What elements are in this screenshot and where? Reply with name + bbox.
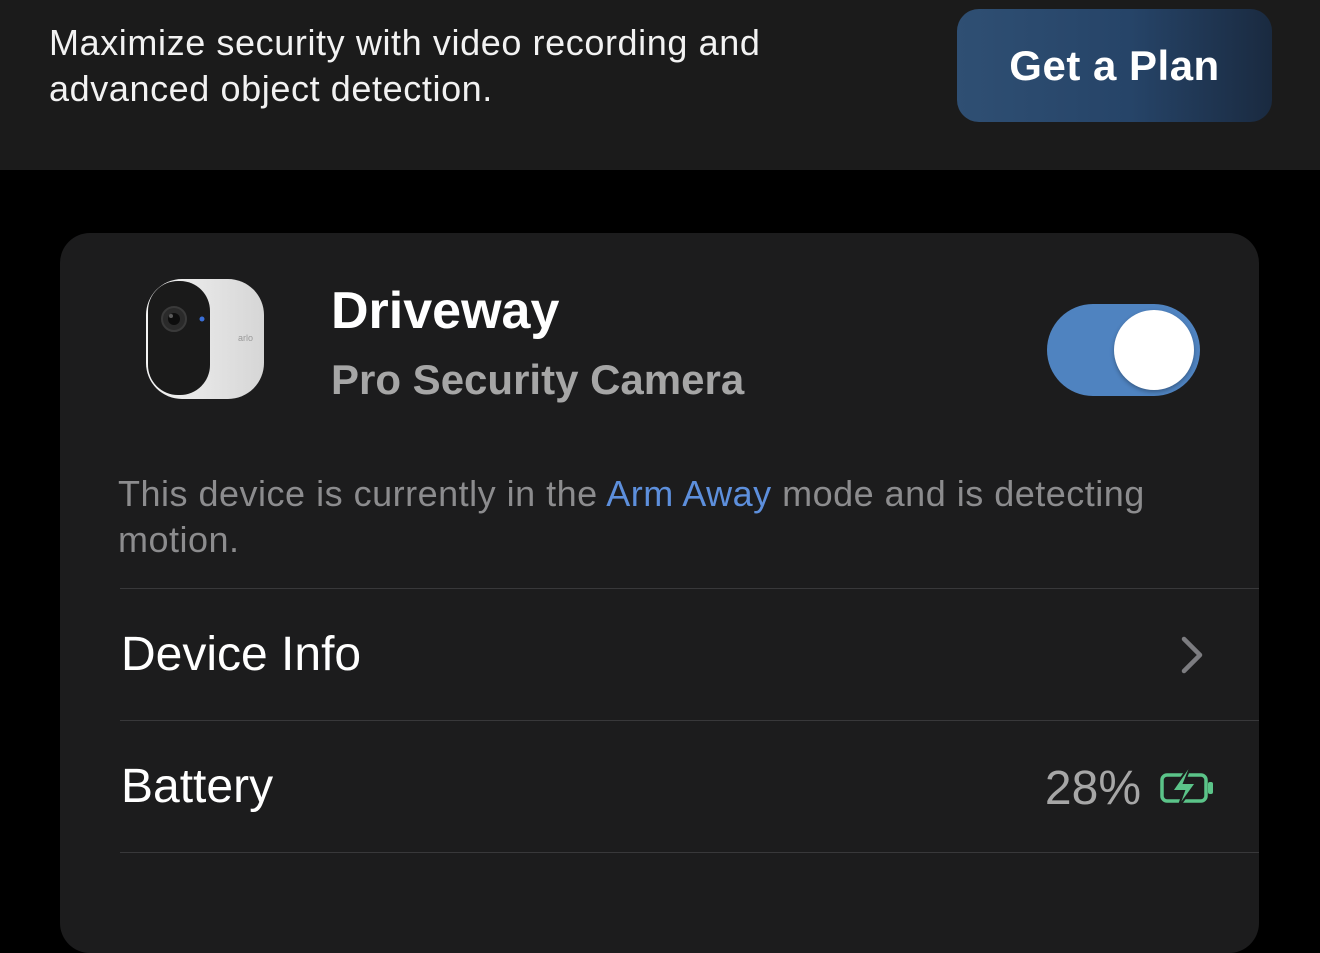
- battery-label: Battery: [121, 760, 274, 813]
- upgrade-banner: Maximize security with video recording a…: [0, 0, 1320, 170]
- battery-charging-icon: [1160, 767, 1213, 809]
- device-status-text: This device is currently in the Arm Away…: [118, 471, 1168, 563]
- device-name: Driveway: [331, 282, 560, 340]
- get-a-plan-button[interactable]: Get a Plan: [957, 9, 1272, 122]
- device-info-row[interactable]: Device Info: [120, 589, 1259, 720]
- device-card: arlo Driveway Pro Security Camera This d…: [60, 233, 1259, 953]
- device-info-label: Device Info: [121, 628, 362, 681]
- banner-message: Maximize security with video recording a…: [49, 22, 761, 109]
- device-enable-toggle[interactable]: [1047, 304, 1200, 396]
- divider: [120, 852, 1259, 853]
- chevron-right-icon: [1181, 636, 1203, 674]
- device-model: Pro Security Camera: [331, 356, 745, 403]
- svg-text:arlo: arlo: [238, 333, 253, 343]
- battery-value: 28%: [1044, 762, 1141, 815]
- toggle-knob: [1114, 310, 1194, 390]
- security-camera-image: arlo: [146, 279, 264, 399]
- arm-away-mode-link[interactable]: Arm Away: [606, 473, 771, 514]
- battery-row: Battery 28%: [120, 721, 1259, 852]
- status-prefix: This device is currently in the: [118, 473, 607, 514]
